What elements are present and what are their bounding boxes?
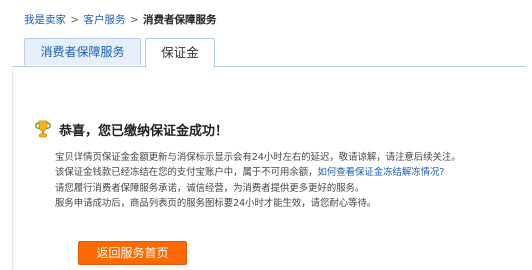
info-line-frozen: 该保证金钱款已经冻结在您的支付宝账户中，属于不可用余额，如何查看保证金冻结解冻情… <box>55 165 525 180</box>
info-text: 宝贝详情页保证金金额更新与消保标示显示会有24小时左右的延迟，敬请谅解，请注意后… <box>55 150 525 211</box>
return-service-home-button[interactable]: 返回服务首页 <box>78 241 187 265</box>
trophy-icon <box>35 120 51 138</box>
tab-deposit[interactable]: 保证金 <box>145 38 215 67</box>
view-freeze-status-link[interactable]: 如何查看保证金冻结解冻情况? <box>318 167 445 178</box>
info-line-icon-delay: 服务申请成功后，商品列表页的服务图标要24小时才能生效，请您耐心等待。 <box>55 197 377 209</box>
breadcrumb-separator: > <box>129 14 139 26</box>
breadcrumb-current: 消费者保障服务 <box>143 14 217 26</box>
info-line-frozen-text: 该保证金钱款已经冻结在您的支付宝账户中，属于不可用余额， <box>55 167 318 179</box>
success-message: 恭喜，您已缴纳保证金成功！ <box>33 119 228 139</box>
breadcrumb: 我是卖家 > 客户服务 > 消费者保障服务 <box>24 9 217 31</box>
success-title: 恭喜，您已缴纳保证金成功！ <box>59 123 229 139</box>
tab-bar: 消费者保障服务 保证金 <box>12 38 526 67</box>
breadcrumb-separator: > <box>70 14 80 26</box>
breadcrumb-link-customer-service[interactable]: 客户服务 <box>84 14 126 26</box>
breadcrumb-link-seller[interactable]: 我是卖家 <box>24 14 66 26</box>
info-line-commitment: 请您履行消费者保障服务承诺，诚信经营，为消费者提供更多更好的服务。 <box>55 182 365 194</box>
tab-consumer-protection[interactable]: 消费者保障服务 <box>24 38 141 65</box>
info-line-delay: 宝贝详情页保证金金额更新与消保标示显示会有24小时左右的延迟，敬请谅解，请注意后… <box>55 152 461 163</box>
